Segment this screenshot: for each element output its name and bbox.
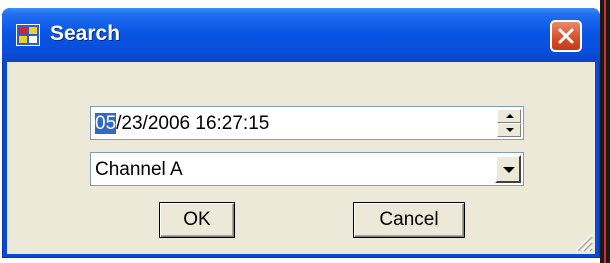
chevron-down-icon [503, 167, 515, 173]
search-dialog: Search 05/23/2006 16:27:15 Channel A OK … [2, 8, 600, 258]
app-window-icon [16, 24, 40, 46]
datetime-spinner[interactable] [497, 109, 521, 137]
channel-dropdown[interactable]: Channel A [90, 152, 524, 186]
channel-value: Channel A [95, 159, 183, 180]
spin-down-icon [506, 128, 514, 132]
close-icon [558, 28, 574, 44]
datetime-selected-month[interactable]: 05 [95, 113, 117, 134]
channel-dropdown-button[interactable] [495, 155, 521, 183]
datetime-value[interactable]: 05/23/2006 16:27:15 [95, 113, 269, 135]
title-bar[interactable]: Search [2, 8, 600, 62]
datetime-rest: /23/2006 16:27:15 [116, 113, 270, 134]
background-strip [0, 0, 610, 8]
spin-down-button[interactable] [497, 123, 521, 137]
spin-up-button[interactable] [497, 109, 521, 123]
close-button[interactable] [550, 20, 582, 52]
dialog-client-area: 05/23/2006 16:27:15 Channel A OK Cancel [7, 62, 595, 254]
window-title: Search [50, 22, 121, 45]
datetime-picker[interactable]: 05/23/2006 16:27:15 [90, 106, 524, 140]
spin-up-icon [506, 114, 514, 118]
ok-button[interactable]: OK [159, 202, 235, 238]
cancel-button[interactable]: Cancel [353, 202, 465, 238]
background-red-line [604, 0, 606, 263]
resize-grip-icon[interactable] [571, 230, 593, 252]
